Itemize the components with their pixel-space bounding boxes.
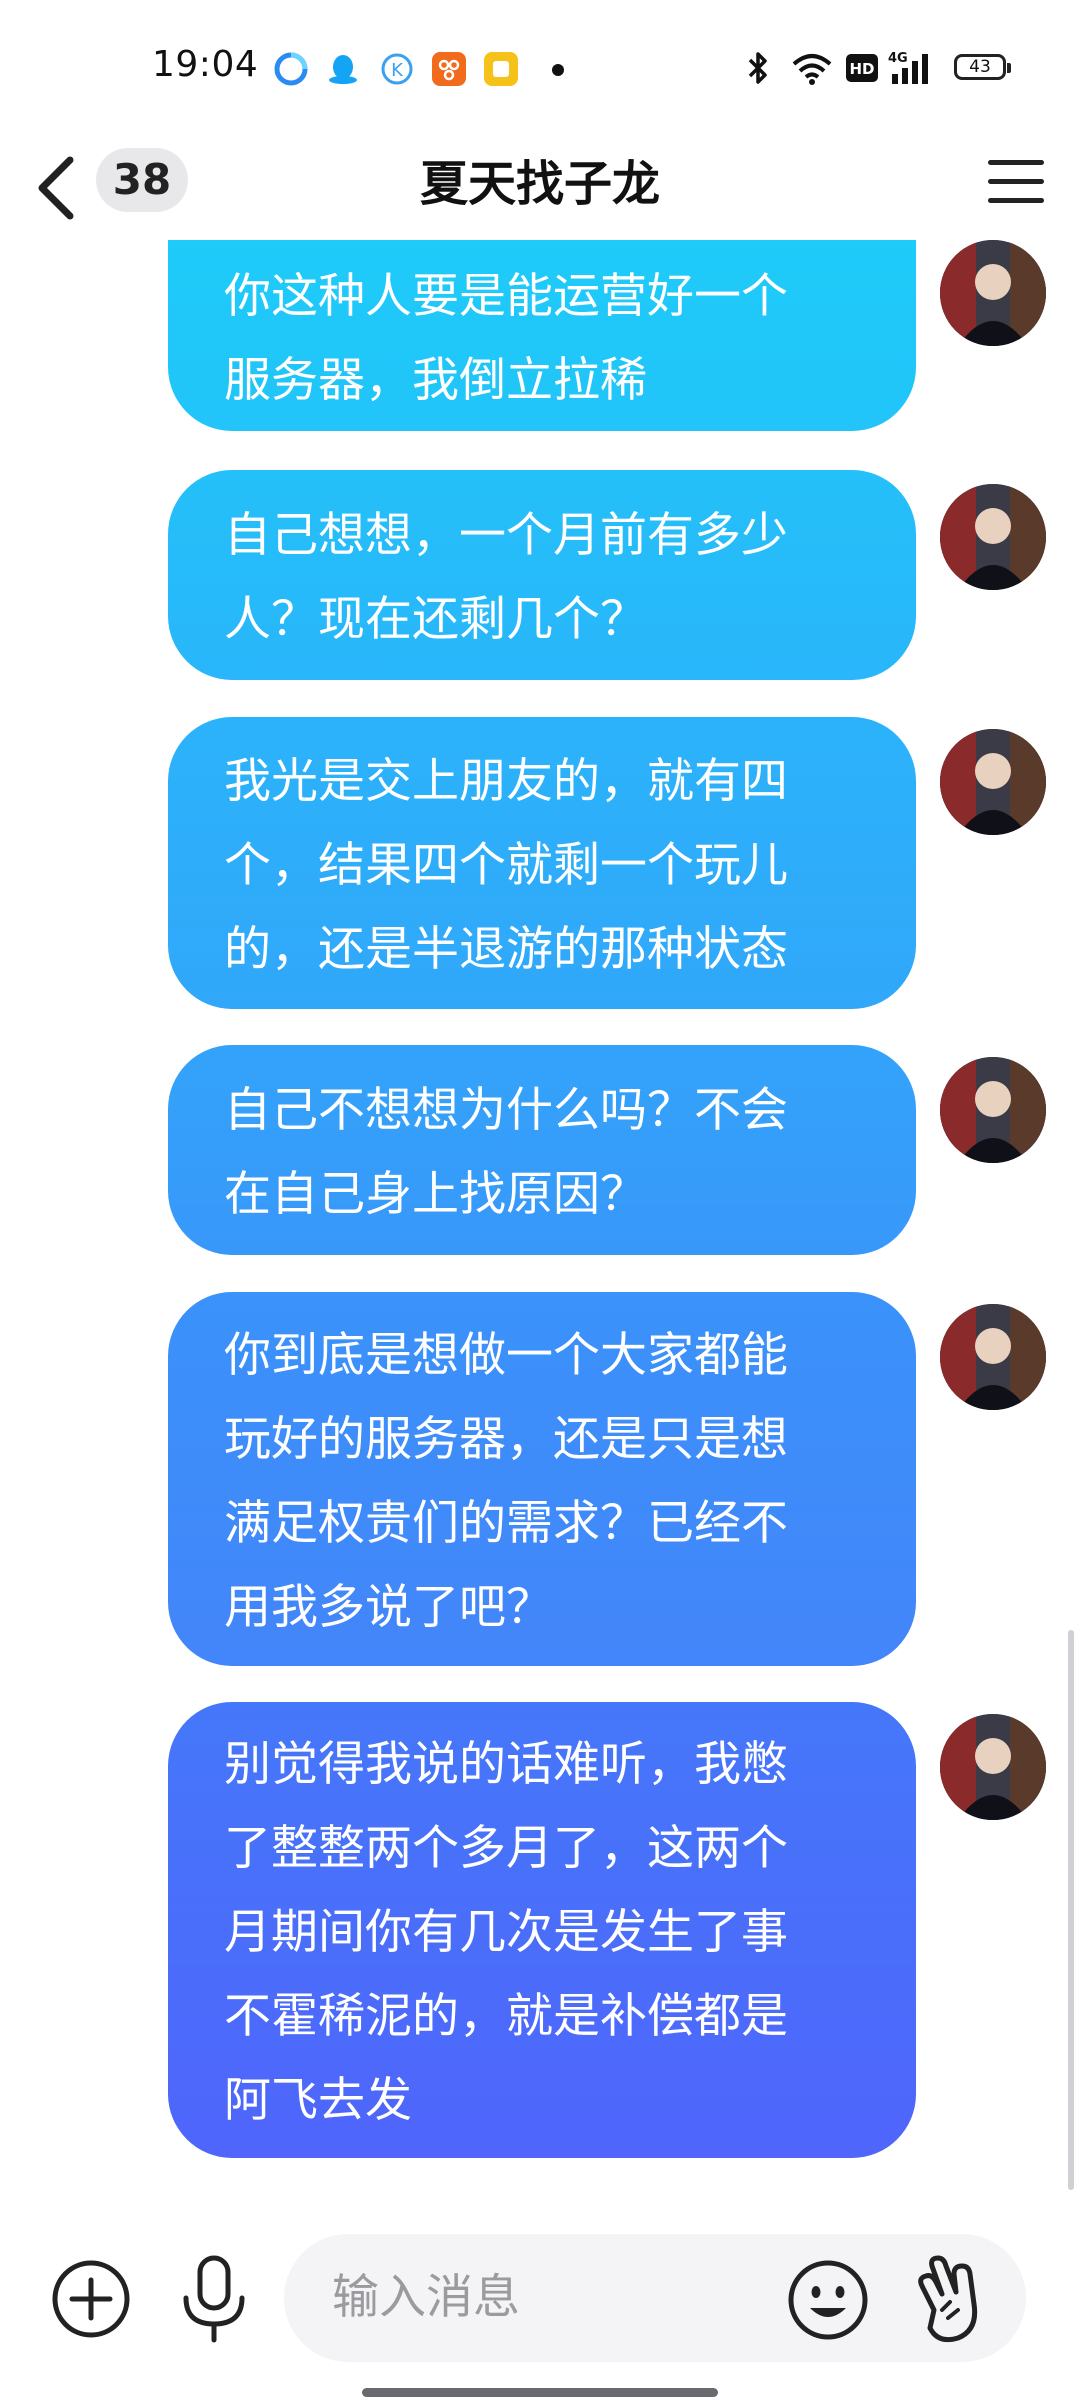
svg-text:K: K <box>391 60 404 81</box>
status-bar: 19:04 K HD 4G 43 <box>0 0 1080 138</box>
avatar[interactable] <box>940 729 1046 835</box>
orange-app-icon <box>432 52 466 86</box>
message-bubble[interactable]: 你到底是想做一个大家都能 玩好的服务器，还是只是想 满足权贵们的需求？已经不 用… <box>168 1292 916 1666</box>
avatar[interactable] <box>940 1304 1046 1410</box>
qq-icon <box>326 52 360 86</box>
svg-text:4G: 4G <box>888 51 908 66</box>
back-button[interactable] <box>26 148 86 228</box>
message-line: 个，结果四个就剩一个玩儿 <box>224 838 788 893</box>
message-line: 玩好的服务器，还是只是想 <box>224 1412 788 1467</box>
user-avatar-icon <box>940 484 1046 590</box>
user-avatar-icon <box>940 1304 1046 1410</box>
input-bar: 输入消息 <box>0 2200 1080 2400</box>
message-line: 自己想想，一个月前有多少 <box>224 508 788 563</box>
user-avatar-icon <box>940 729 1046 835</box>
avatar[interactable] <box>940 1057 1046 1163</box>
user-avatar-icon <box>940 1714 1046 1820</box>
message-list[interactable]: 你这种人要是能运营好一个 服务器，我倒立拉稀 自己想想，一个月前有多少 人？现在… <box>0 240 1080 2200</box>
emoji-button[interactable] <box>786 2258 870 2342</box>
message-bubble[interactable]: 我光是交上朋友的，就有四 个，结果四个就剩一个玩儿 的，还是半退游的那种状态 <box>168 717 916 1009</box>
message-line: 了整整两个多月了，这两个 <box>224 1821 788 1876</box>
chat-header: 38 夏天找子龙 <box>0 138 1080 240</box>
message-bubble[interactable]: 你这种人要是能运营好一个 服务器，我倒立拉稀 <box>168 240 916 431</box>
home-indicator[interactable] <box>362 2388 718 2397</box>
voice-button[interactable] <box>174 2252 254 2346</box>
avatar[interactable] <box>940 1714 1046 1820</box>
plus-circle-icon <box>52 2260 130 2338</box>
notes-app-icon <box>484 52 518 86</box>
add-button[interactable] <box>50 2258 132 2340</box>
message-line: 自己不想想为什么吗？不会 <box>224 1083 788 1138</box>
message-bubble[interactable]: 自己不想想为什么吗？不会 在自己身上找原因？ <box>168 1045 916 1255</box>
message-line: 别觉得我说的话难听，我憋 <box>224 1737 788 1792</box>
smiley-icon <box>788 2260 868 2340</box>
message-line: 服务器，我倒立拉稀 <box>224 352 647 408</box>
user-avatar-icon <box>940 1057 1046 1163</box>
message-line: 的，还是半退游的那种状态 <box>224 922 788 977</box>
message-line: 我光是交上朋友的，就有四 <box>224 754 788 809</box>
message-line: 人？现在还剩几个？ <box>224 592 647 647</box>
hamburger-icon <box>988 160 1044 165</box>
message-bubble[interactable]: 别觉得我说的话难听，我憋 了整整两个多月了，这两个 月期间你有几次是发生了事 不… <box>168 1702 916 2158</box>
wifi-icon <box>790 48 834 88</box>
message-line: 你这种人要是能运营好一个 <box>224 268 788 324</box>
hd-icon: HD <box>846 54 878 94</box>
message-bubble[interactable]: 自己想想，一个月前有多少 人？现在还剩几个？ <box>168 470 916 680</box>
poke-button[interactable] <box>912 2252 988 2348</box>
message-line: 不霍稀泥的，就是补偿都是 <box>224 1989 788 2044</box>
message-line: 月期间你有几次是发生了事 <box>224 1905 788 1960</box>
message-line: 用我多说了吧？ <box>224 1580 553 1635</box>
battery-indicator: 43 <box>954 54 1011 80</box>
avatar[interactable] <box>940 484 1046 590</box>
status-time: 19:04 <box>152 44 259 85</box>
svg-text:HD: HD <box>849 60 874 78</box>
user-avatar-icon <box>940 240 1046 346</box>
chevron-left-icon <box>38 156 74 220</box>
unread-count-badge[interactable]: 38 <box>96 148 188 212</box>
notification-dot-icon <box>552 64 564 76</box>
message-line: 在自己身上找原因？ <box>224 1167 647 1222</box>
signal-4g-icon: 4G <box>888 48 934 88</box>
hand-poke-icon <box>918 2255 978 2343</box>
message-line: 阿飞去发 <box>224 2073 412 2128</box>
bluetooth-icon <box>746 48 770 88</box>
k-app-icon: K <box>380 52 414 86</box>
browser-icon <box>274 52 308 86</box>
message-line: 满足权贵们的需求？已经不 <box>224 1496 788 1551</box>
avatar[interactable] <box>940 240 1046 346</box>
message-line: 你到底是想做一个大家都能 <box>224 1328 788 1383</box>
menu-button[interactable] <box>986 152 1046 212</box>
microphone-icon <box>183 2255 245 2343</box>
